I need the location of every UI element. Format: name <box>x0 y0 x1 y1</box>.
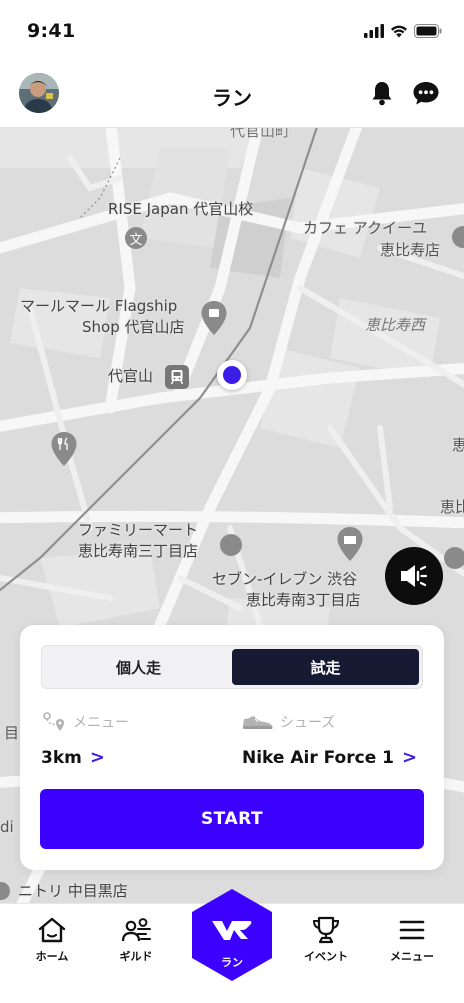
shoes-option-label: シューズ <box>280 715 336 731</box>
battery-icon <box>414 24 442 38</box>
map-label-rise-japan: RISE Japan 代官山校 <box>108 200 254 218</box>
shoes-option-label-row: シューズ <box>242 711 417 733</box>
segment-trial-run[interactable]: 試走 <box>232 649 419 685</box>
wifi-icon <box>391 25 407 38</box>
map-label-top: 代官山町 <box>230 128 291 140</box>
tab-menu[interactable]: メニュー <box>372 916 452 964</box>
app-header: ラン <box>0 64 464 128</box>
map-label-marumaru-1: マールマール Flagship <box>20 297 178 315</box>
map-label-edge-left-2: di <box>0 818 14 836</box>
map-label-ebisu-nishi: 恵比寿西 <box>365 316 426 334</box>
route-icon <box>43 712 64 731</box>
tab-run[interactable]: ラン <box>191 888 273 982</box>
current-location-dot <box>217 360 247 390</box>
menu-option-value: 3km <box>41 747 82 768</box>
run-logo-icon <box>212 921 252 940</box>
tab-event[interactable]: イベント <box>286 916 366 964</box>
map-label-daikanyama: 代官山 <box>108 367 154 385</box>
bell-icon[interactable] <box>370 80 394 106</box>
shoes-chevron-right-icon: > <box>401 747 418 768</box>
school-poi-icon[interactable]: 文 <box>125 227 147 249</box>
menu-option-value-row: 3km > <box>41 747 129 768</box>
convenience-store-icon[interactable] <box>220 534 242 556</box>
guild-icon <box>121 918 151 942</box>
shoe-icon <box>243 716 273 729</box>
menu-option-label: メニュー <box>73 715 129 731</box>
map-label-nitori: ニトリ 中目黒店 <box>18 882 128 900</box>
speaker-icon <box>401 565 428 587</box>
shop-pin-icon[interactable] <box>200 300 228 336</box>
tab-event-label: イベント <box>304 950 348 963</box>
trophy-icon <box>312 916 340 944</box>
shoes-option[interactable]: シューズ Nike Air Force 1 > <box>242 711 417 768</box>
map-label-familymart-2: 恵比寿南三丁目店 <box>78 542 199 560</box>
map-label-marumaru-2: Shop 代官山店 <box>82 318 185 336</box>
tab-guild-label: ギルド <box>119 950 153 963</box>
tab-home[interactable]: ホーム <box>12 916 92 964</box>
menu-option[interactable]: メニュー 3km > <box>41 711 129 768</box>
map-label-edge-right: 恵 <box>452 436 464 454</box>
run-mode-segmented-control: 個人走 試走 <box>41 645 423 689</box>
status-time: 9:41 <box>27 20 76 42</box>
map-label-edge-left: 目 <box>4 724 20 742</box>
status-bar: 9:41 <box>0 0 464 64</box>
bottom-tab-bar: ホーム ギルド ラン イベント メニュー <box>0 889 464 1003</box>
home-icon <box>38 917 66 943</box>
shoes-option-value-row: Nike Air Force 1 > <box>242 747 417 768</box>
map-label-cafe-1: カフェ アクイーユ <box>303 219 428 237</box>
tab-guild[interactable]: ギルド <box>96 916 176 964</box>
tab-home-label: ホーム <box>35 950 69 963</box>
map-label-edge-right-2: 恵比 <box>440 498 464 516</box>
train-station-icon[interactable] <box>165 365 189 389</box>
voice-guide-button[interactable] <box>385 547 443 605</box>
tab-run-label: ラン <box>221 956 243 969</box>
tab-menu-label: メニュー <box>390 950 434 963</box>
menu-chevron-right-icon: > <box>89 747 105 768</box>
cellular-signal-icon <box>364 24 384 38</box>
hamburger-icon <box>399 920 425 940</box>
run-options-card: 個人走 試走 メニュー 3km > シューズ Nike Air Force 1 … <box>20 625 444 870</box>
shoes-option-value: Nike Air Force 1 <box>242 747 394 768</box>
map-label-familymart-1: ファミリーマート <box>78 521 199 539</box>
map-label-cafe-2: 恵比寿店 <box>380 241 441 259</box>
map-label-seven-1: セブン-イレブン 渋谷 <box>212 570 358 588</box>
start-button[interactable]: START <box>40 789 424 849</box>
restaurant-pin-icon[interactable] <box>50 431 78 467</box>
segment-solo-run[interactable]: 個人走 <box>45 649 232 685</box>
map-label-seven-2: 恵比寿南3丁目店 <box>246 591 361 609</box>
status-icons <box>364 24 442 38</box>
page-title: ラン <box>212 86 252 110</box>
menu-option-label-row: メニュー <box>41 711 129 733</box>
chat-icon[interactable] <box>412 80 440 106</box>
store-poi-icon-right[interactable] <box>444 547 464 569</box>
store-pin-icon[interactable] <box>336 526 364 562</box>
